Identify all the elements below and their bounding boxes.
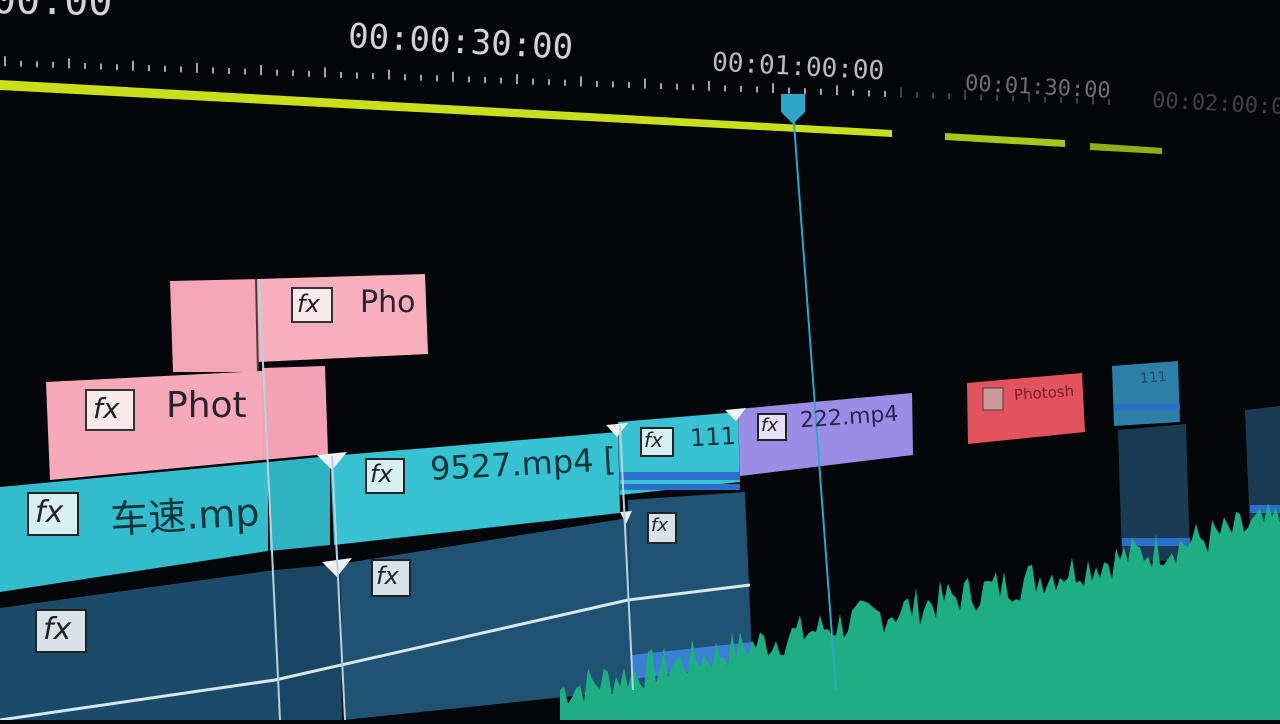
clip-name: 111 — [1139, 369, 1168, 387]
clip-name: 111 — [689, 421, 737, 453]
fx-label: fx — [376, 562, 399, 590]
clip-name: 车速.mp — [109, 490, 261, 542]
fx-label: fx — [651, 515, 668, 536]
clip-name: Phot — [166, 385, 247, 426]
timeline-panel: 00:00 00:00:30:00 00:01:00:00 00:01:30:0… — [0, 0, 1280, 722]
ruler-timecode-0: 00:00 — [0, 0, 113, 26]
playhead-handle-icon[interactable] — [781, 94, 805, 124]
timeline-canvas — [0, 56, 1280, 722]
fx-label: fx — [370, 460, 393, 488]
playhead[interactable] — [781, 94, 837, 691]
fx-label: fx — [93, 392, 120, 425]
fx-label: fx — [297, 290, 320, 318]
fx-label: fx — [644, 428, 663, 452]
clip-name: Pho — [360, 285, 416, 320]
fx-label: fx — [761, 415, 778, 436]
fx-label: fx — [35, 495, 64, 530]
fx-badge-icon — [982, 387, 1004, 411]
fx-label: fx — [43, 612, 72, 647]
